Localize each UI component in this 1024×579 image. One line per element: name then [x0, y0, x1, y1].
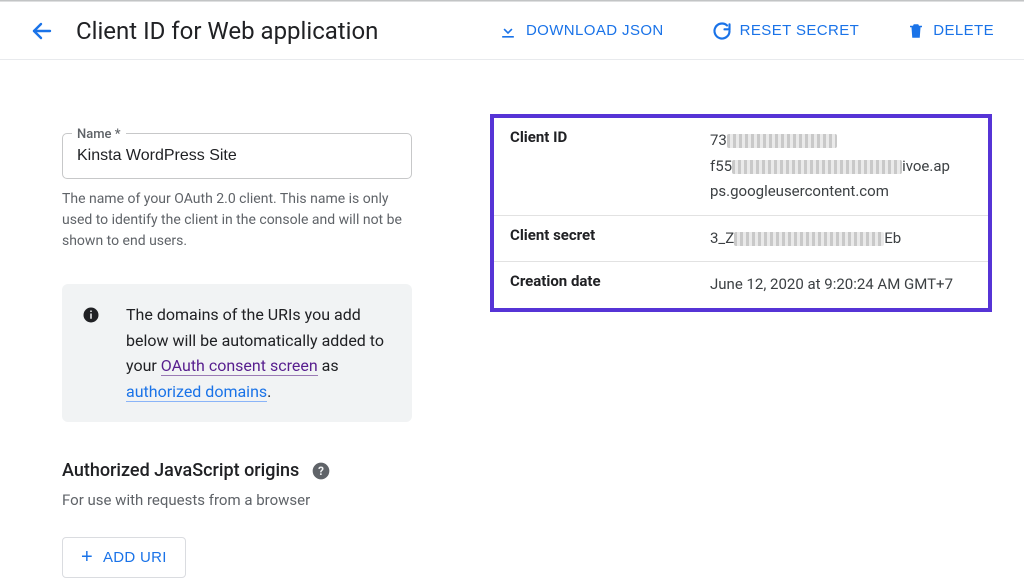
- download-json-label: DOWNLOAD JSON: [526, 22, 664, 39]
- info-icon: [82, 306, 100, 324]
- info-box: The domains of the URIs you add below wi…: [62, 284, 412, 422]
- download-icon: [498, 21, 518, 41]
- creation-date-row: Creation date June 12, 2020 at 9:20:24 A…: [494, 261, 988, 308]
- toolbar: Client ID for Web application DOWNLOAD J…: [0, 2, 1024, 60]
- add-uri-button[interactable]: + ADD URI: [62, 537, 186, 578]
- client-id-value: 73 f55ivoe.ap ps.googleusercontent.com: [710, 128, 972, 205]
- creation-date-value: June 12, 2020 at 9:20:24 AM GMT+7: [710, 272, 972, 298]
- info-text: The domains of the URIs you add below wi…: [126, 302, 394, 404]
- add-uri-label: ADD URI: [103, 549, 167, 566]
- trash-icon: [907, 21, 925, 41]
- back-button[interactable]: [22, 11, 62, 51]
- help-icon[interactable]: ?: [311, 461, 331, 481]
- arrow-left-icon: [30, 19, 54, 43]
- name-helper: The name of your OAuth 2.0 client. This …: [62, 189, 412, 252]
- creation-date-label: Creation date: [510, 272, 710, 298]
- js-origins-sub: For use with requests from a browser: [62, 491, 412, 509]
- page-title: Client ID for Web application: [76, 17, 378, 45]
- reset-secret-button[interactable]: RESET SECRET: [700, 13, 872, 49]
- delete-label: DELETE: [933, 22, 994, 39]
- js-origins-title: Authorized JavaScript origins: [62, 460, 299, 481]
- download-json-button[interactable]: DOWNLOAD JSON: [486, 13, 676, 49]
- client-secret-row: Client secret 3_ZEb: [494, 215, 988, 262]
- name-label: Name *: [72, 127, 126, 142]
- credentials-box: Client ID 73 f55ivoe.ap ps.googleusercon…: [490, 114, 992, 312]
- client-secret-label: Client secret: [510, 226, 710, 252]
- oauth-consent-link[interactable]: OAuth consent screen: [161, 356, 318, 376]
- client-id-label: Client ID: [510, 128, 710, 205]
- refresh-icon: [712, 21, 732, 41]
- client-secret-value: 3_ZEb: [710, 226, 972, 252]
- client-id-row: Client ID 73 f55ivoe.ap ps.googleusercon…: [494, 118, 988, 215]
- authorized-domains-link[interactable]: authorized domains: [126, 382, 267, 402]
- reset-secret-label: RESET SECRET: [740, 22, 860, 39]
- delete-button[interactable]: DELETE: [895, 13, 1006, 49]
- plus-icon: +: [81, 546, 93, 569]
- svg-text:?: ?: [318, 464, 324, 478]
